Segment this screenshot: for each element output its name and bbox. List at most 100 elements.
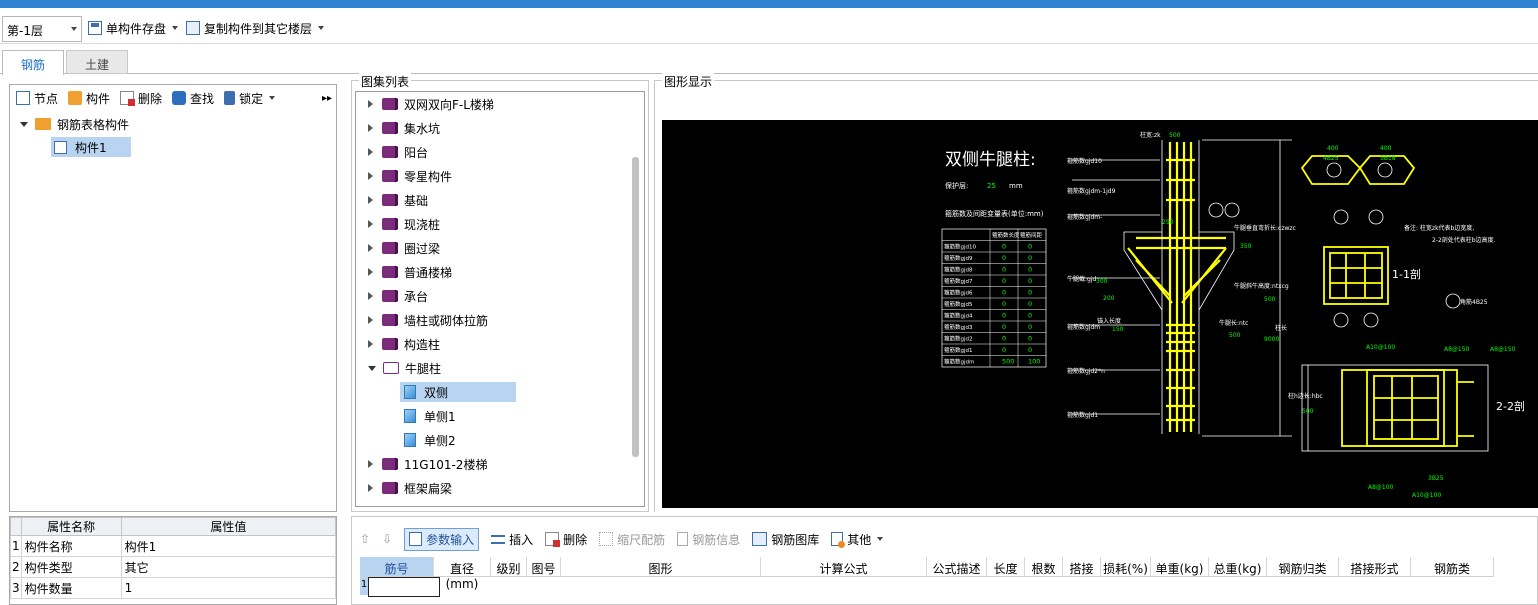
- atlas-title: 图集列表: [359, 73, 412, 90]
- expand-toolbar-button[interactable]: ▸▸: [322, 93, 332, 104]
- find-button[interactable]: 查找: [172, 90, 214, 107]
- tab-rebar[interactable]: 钢筋: [2, 50, 64, 75]
- tab-civil[interactable]: 土建: [66, 50, 128, 74]
- atlas-item-label: 基础: [404, 193, 429, 208]
- atlas-item[interactable]: 框架扁梁: [368, 478, 452, 498]
- column-header[interactable]: 级别: [491, 557, 527, 577]
- atlas-item[interactable]: 11G101-2楼梯: [368, 454, 487, 474]
- column-header[interactable]: 直径(mm): [434, 557, 491, 591]
- rebar-library-button[interactable]: 钢筋图库: [752, 531, 819, 548]
- expand-icon: [368, 484, 373, 492]
- table-row-label: 箍筋数gjd2: [944, 335, 973, 343]
- book-icon: [382, 242, 398, 254]
- column-header[interactable]: 搭接: [1063, 557, 1101, 577]
- table-spacing-value: 0: [1028, 346, 1032, 354]
- atlas-item[interactable]: 现浇桩: [368, 214, 440, 234]
- active-cell[interactable]: [368, 577, 440, 597]
- column-header[interactable]: 损耗(%): [1101, 557, 1151, 577]
- column-header[interactable]: 钢筋类: [1411, 557, 1494, 577]
- floor-select[interactable]: 第-1层: [2, 16, 82, 42]
- add-node-button[interactable]: 节点: [16, 90, 58, 107]
- atlas-item[interactable]: 双网双向F-L楼梯: [368, 94, 494, 114]
- param-input-button[interactable]: 参数输入: [404, 527, 480, 551]
- tree-root[interactable]: 钢筋表格构件: [20, 114, 129, 134]
- atlas-item[interactable]: 零星构件: [368, 166, 452, 186]
- atlas-child-item[interactable]: 单侧1: [404, 406, 456, 426]
- delete-button[interactable]: 删除: [120, 90, 162, 107]
- column-header[interactable]: 长度: [987, 557, 1025, 577]
- atlas-item[interactable]: 基础: [368, 190, 428, 210]
- prop-value[interactable]: 构件1: [120, 535, 337, 557]
- move-up-button[interactable]: ⇧: [360, 532, 370, 546]
- table-spacing-value: 0: [1028, 254, 1032, 262]
- atlas-item-label: 墙柱或砌体拉筋: [404, 313, 489, 328]
- corbel-gjd-label: 牛腿截:gjd: [1067, 275, 1096, 283]
- open-book-icon: [383, 362, 399, 374]
- prop-value[interactable]: 其它: [120, 556, 337, 578]
- atlas-scrollbar[interactable]: [632, 157, 639, 457]
- column-header[interactable]: 计算公式: [761, 557, 927, 577]
- atlas-child-item[interactable]: 双侧: [400, 382, 516, 402]
- book-icon: [382, 218, 398, 230]
- atlas-item[interactable]: 承台: [368, 286, 428, 306]
- rebar-detail-panel: ⇧ ⇩ 参数输入 插入 删除 缩尺配筋 钢筋信息 钢筋图库 其他 筋号 直径(mm…: [351, 516, 1538, 605]
- edge-label: 柱h边长:hbc: [1288, 392, 1323, 400]
- atlas-item[interactable]: 集水坑: [368, 118, 440, 138]
- table-row[interactable]: 3 构件数量 1: [10, 577, 337, 599]
- move-down-button[interactable]: ⇩: [382, 532, 392, 546]
- column-header[interactable]: 公式描述: [927, 557, 987, 577]
- tree-item-component1[interactable]: 构件1: [51, 137, 131, 157]
- add-component-button[interactable]: 构件: [68, 90, 110, 107]
- atlas-child-item[interactable]: 单侧2: [404, 430, 456, 450]
- collapse-icon: [368, 365, 376, 371]
- gjd-label-b: 箍筋数gjdm-1jd9: [1067, 187, 1116, 195]
- atlas-item[interactable]: 阳台: [368, 142, 428, 162]
- expand-icon: [368, 244, 373, 252]
- cad-drawing: 双侧牛腿柱: 保护层: 25 mm 箍筋数及间距变量表(单位:mm) 箍筋数长度…: [941, 131, 1525, 499]
- hex-dim-400b: 400: [1380, 145, 1392, 152]
- column-header[interactable]: 单重(kg): [1151, 557, 1209, 577]
- table-row[interactable]: 2 构件类型 其它: [10, 556, 337, 578]
- insert-button[interactable]: 插入: [491, 531, 533, 548]
- column-header[interactable]: 根数: [1025, 557, 1063, 577]
- other-button[interactable]: 其他: [831, 531, 884, 548]
- lock-button[interactable]: 锁定: [224, 90, 276, 107]
- atlas-item[interactable]: 圈过梁: [368, 238, 440, 258]
- dim-250: 250: [1162, 219, 1174, 226]
- column-header[interactable]: 图形: [561, 557, 761, 577]
- column-header[interactable]: 筋号: [360, 557, 434, 577]
- atlas-item-label: 11G101-2楼梯: [404, 457, 488, 472]
- floor-select-value: 第-1层: [7, 24, 43, 38]
- section-1-1-label: 1-1剖: [1392, 267, 1421, 281]
- atlas-item[interactable]: 普通楼梯: [368, 262, 452, 282]
- table-spacing-value: 0: [1028, 300, 1032, 308]
- corbel-vert-label: 牛腿垂直弯折长:czwzc: [1234, 224, 1296, 232]
- find-label: 查找: [190, 91, 215, 106]
- atlas-item-label: 现浇桩: [404, 217, 441, 232]
- chevron-down-icon: [269, 96, 276, 100]
- table-length-value: 0: [1002, 346, 1006, 354]
- save-component-button[interactable]: 单构件存盘: [88, 14, 179, 42]
- copy-to-floor-button[interactable]: 复制构件到其它楼层: [186, 14, 325, 42]
- column-header[interactable]: 搭接形式: [1339, 557, 1411, 577]
- lock-label: 锁定: [239, 91, 264, 106]
- expand-icon: [368, 196, 373, 204]
- atlas-item[interactable]: 墙柱或砌体拉筋: [368, 310, 488, 330]
- atlas-item[interactable]: 构造柱: [368, 334, 440, 354]
- expand-icon: [368, 100, 373, 108]
- column-header[interactable]: 总重(kg): [1209, 557, 1267, 577]
- column-header[interactable]: 钢筋归类: [1267, 557, 1339, 577]
- table-row[interactable]: 1 构件名称 构件1: [10, 535, 337, 557]
- prop-value[interactable]: 1: [120, 577, 337, 599]
- delete-rebar-button[interactable]: 删除: [545, 531, 587, 548]
- column-header[interactable]: 图号: [527, 557, 561, 577]
- atlas-item[interactable]: 牛腿柱: [368, 358, 441, 378]
- save-component-label: 单构件存盘: [106, 21, 167, 36]
- table-spacing-value: 0: [1028, 323, 1032, 331]
- rebar-info-button[interactable]: 钢筋信息: [677, 531, 740, 548]
- drawing-canvas[interactable]: 双侧牛腿柱: 保护层: 25 mm 箍筋数及间距变量表(单位:mm) 箍筋数长度…: [662, 120, 1538, 508]
- scale-rebar-button[interactable]: 缩尺配筋: [599, 531, 665, 548]
- copy-icon: [186, 21, 200, 35]
- edge-value: 500: [1302, 408, 1314, 415]
- delete-rebar-label: 删除: [563, 532, 588, 547]
